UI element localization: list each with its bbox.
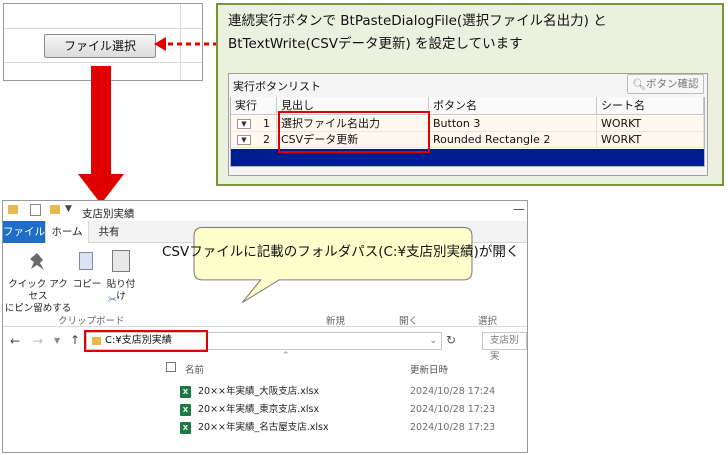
note-line-1: 連続実行ボタンで BtPasteDialogFile(選択ファイル名出力) と <box>228 13 607 29</box>
chevron-down-icon[interactable]: ▼ <box>65 204 72 214</box>
tab-home[interactable]: ホーム <box>45 221 89 243</box>
quick-access-label[interactable]: クイック アクセス にピン留めする <box>4 279 72 315</box>
list-item[interactable]: X 20××年実績_大阪支店.xlsx 2024/10/28 17:24 <box>180 383 500 401</box>
excel-file-icon: X <box>180 404 191 416</box>
row-button: Button 3 <box>429 116 597 132</box>
up-arrow-icon[interactable]: ↑ <box>70 333 80 347</box>
pin-icon[interactable] <box>28 252 46 272</box>
search-icon: 🔍︎ <box>632 78 646 91</box>
properties-icon[interactable] <box>30 204 41 216</box>
copy-icon[interactable] <box>79 252 93 270</box>
search-input[interactable]: 支店別実 <box>482 332 527 362</box>
chevron-down-icon[interactable]: ⌄ <box>429 333 437 349</box>
file-date: 2024/10/28 17:23 <box>410 404 496 415</box>
col-header-modified[interactable]: 更新日時 <box>410 362 448 376</box>
col-header-sheet: シート名 <box>597 97 704 115</box>
col-header-name[interactable]: 名前 <box>185 362 204 376</box>
tab-share[interactable]: 共有 <box>89 221 129 243</box>
file-name: 20××年実績_東京支店.xlsx <box>198 404 320 415</box>
row-number: 1 <box>263 117 270 130</box>
paste-icon[interactable] <box>112 250 130 272</box>
tab-file[interactable]: ファイル <box>3 221 45 243</box>
folder-icon <box>8 205 18 214</box>
table-row: ▼ 1 <box>231 116 277 132</box>
row-sheet: WORKT <box>597 132 704 148</box>
scissors-icon[interactable]: ✂ <box>108 293 117 306</box>
new-folder-icon[interactable] <box>50 205 60 214</box>
select-all-checkbox[interactable] <box>166 362 176 372</box>
sort-caret-icon: ⌃ <box>282 351 290 361</box>
file-name: 20××年実績_名古屋支店.xlsx <box>198 422 329 433</box>
note-line-2: BtTextWrite(CSVデータ更新) を設定しています <box>228 36 523 52</box>
col-header-run: 実行 <box>231 97 277 115</box>
file-date: 2024/10/28 17:23 <box>410 422 496 433</box>
list-item[interactable]: X 20××年実績_東京支店.xlsx 2024/10/28 17:23 <box>180 401 500 419</box>
group-new: 新規 <box>326 316 346 327</box>
group-select: 選択 <box>478 316 498 327</box>
excel-file-icon: X <box>180 386 191 398</box>
table-row: ▼ 2 <box>231 132 277 148</box>
back-arrow-icon[interactable]: ← <box>10 334 20 348</box>
check-button[interactable]: 🔍︎ ボタン確認 <box>627 74 704 94</box>
list-item[interactable]: X 20××年実績_名古屋支店.xlsx 2024/10/28 17:23 <box>180 419 500 437</box>
row-sheet: WORKT <box>597 116 704 132</box>
file-date: 2024/10/28 17:24 <box>410 386 496 397</box>
copy-label[interactable]: コピー <box>72 279 102 291</box>
file-select-button[interactable]: ファイル選択 <box>44 34 156 58</box>
refresh-icon[interactable]: ↻ <box>446 333 456 347</box>
check-button-label: ボタン確認 <box>646 78 699 90</box>
down-arrow-icon <box>78 66 124 204</box>
note-text: 連続実行ボタンで BtPasteDialogFile(選択ファイル名出力) と … <box>228 10 718 56</box>
forward-arrow-icon[interactable]: → <box>33 334 43 348</box>
chevron-down-icon[interactable]: ▼ <box>237 119 251 129</box>
col-header-button: ボタン名 <box>429 97 597 115</box>
dashed-arrow-icon <box>154 37 218 51</box>
row-number: 2 <box>263 133 270 146</box>
chevron-down-icon[interactable]: ▼ <box>237 135 251 145</box>
chevron-down-icon[interactable]: ▼ <box>54 336 60 345</box>
group-clipboard: クリップボード <box>58 316 125 327</box>
excel-file-icon: X <box>180 422 191 434</box>
file-name: 20××年実績_大阪支店.xlsx <box>198 386 320 397</box>
highlight-frame <box>278 111 430 153</box>
row-button: Rounded Rectangle 2 <box>429 132 597 148</box>
group-open: 開く <box>399 316 419 327</box>
panel-title: 実行ボタンリスト <box>233 80 321 93</box>
window-title: 支店別実績 <box>82 208 135 220</box>
minimize-icon[interactable]: — <box>513 202 525 216</box>
callout-text: CSVファイルに記載のフォルダパス(C:¥支店別実績)が開く <box>162 244 520 260</box>
callout-bubble <box>193 226 473 304</box>
address-highlight <box>84 330 208 352</box>
